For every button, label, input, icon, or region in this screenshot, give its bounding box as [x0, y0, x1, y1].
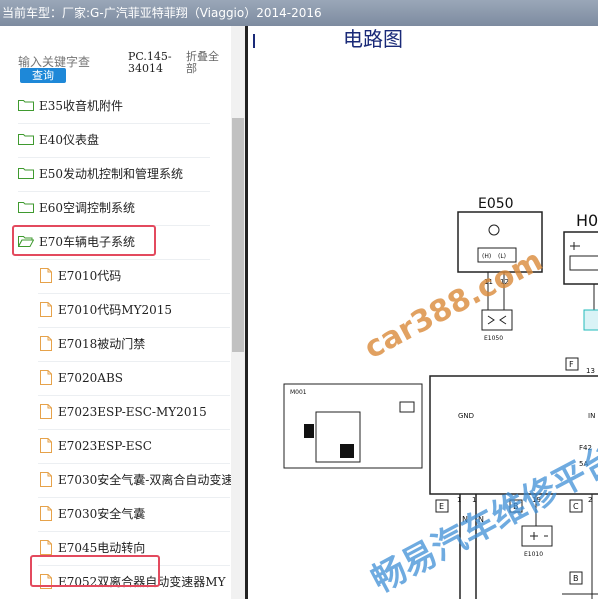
- tree-item-e7023[interactable]: E7023ESP-ESC: [38, 429, 230, 464]
- f-terminal-label: F: [569, 360, 574, 369]
- tree-item-label: E7023ESP-ESC: [58, 439, 152, 453]
- tree-item-e7020[interactable]: E7020ABS: [38, 361, 230, 396]
- c-terminal-label: C: [573, 502, 579, 511]
- tree-item-e7010[interactable]: E7010代码: [38, 259, 230, 294]
- e-terminal-label: E: [439, 502, 444, 511]
- pin-1-label: 1: [457, 496, 461, 504]
- tree-category-label: E35收音机附件: [39, 99, 124, 113]
- diagram-title-fragment: 电路图: [343, 27, 403, 51]
- tree-item-e7023-my2015[interactable]: E7023ESP-ESC-MY2015: [38, 395, 230, 430]
- document-icon: [40, 302, 52, 317]
- e1050-connector-box: [481, 309, 513, 331]
- search-button[interactable]: 查询: [20, 68, 66, 83]
- search-toolbar: 查询 PC.145-34014 折叠全部: [0, 26, 230, 86]
- folder-icon: [18, 168, 34, 179]
- tree-category-label: E50发动机控制和管理系统: [39, 167, 184, 181]
- folder-icon: [18, 100, 34, 111]
- title-bar: 当前车型：厂家:G-广汽菲亚特菲翔（Viaggio）2014-2016: [0, 0, 598, 26]
- h0-splice-box: [583, 309, 598, 331]
- tree-category-e35[interactable]: E35收音机附件: [18, 89, 210, 124]
- tree-category-label: E40仪表盘: [39, 133, 100, 147]
- highlight-box-e70: [12, 225, 156, 256]
- pin-1b-label: 1: [472, 496, 476, 504]
- m001-label: M001: [290, 389, 307, 396]
- h0-module-box: [563, 231, 598, 285]
- document-icon: [40, 268, 52, 283]
- folder-icon: [18, 202, 34, 213]
- in-label: IN: [588, 412, 595, 420]
- tree-item-label: E7010代码MY2015: [58, 303, 173, 317]
- tree-item-e7018[interactable]: E7018被动门禁: [38, 327, 230, 362]
- diagram-viewer[interactable]: 电路图 E050 (H) (L) 11 12 E1050 H0 GND IN F…: [248, 26, 598, 599]
- tree-item-label: E7010代码: [58, 269, 122, 283]
- e1010-label: E1010: [524, 551, 543, 558]
- tree-category-e50[interactable]: E50发动机控制和管理系统: [18, 157, 210, 192]
- b-terminal-lower-label: B: [573, 574, 579, 583]
- document-icon: [40, 506, 52, 521]
- document-icon: [40, 472, 52, 487]
- wiring-diagram: 电路图 E050 (H) (L) 11 12 E1050 H0 GND IN F…: [253, 27, 598, 599]
- tree-item-e7030[interactable]: E7030安全气囊: [38, 497, 230, 532]
- e1050-label: E1050: [484, 335, 503, 342]
- tree-item-label: E7030安全气囊: [58, 507, 146, 521]
- tree-category-e60[interactable]: E60空调控制系统: [18, 191, 210, 226]
- document-icon: [40, 438, 52, 453]
- pin-2-label: 2: [588, 496, 592, 504]
- tree-scrollbar-thumb[interactable]: [232, 118, 244, 352]
- pin-h-label: (H): [482, 253, 491, 260]
- current-vehicle-label: 当前车型：: [2, 6, 63, 20]
- tree-item-label: E7023ESP-ESC-MY2015: [58, 405, 207, 419]
- watermark-url: car388.com: [359, 243, 549, 366]
- pin-13-label: 13: [586, 367, 595, 375]
- navigation-panel: 查询 PC.145-34014 折叠全部 E35收音机附件 E40仪表盘 E50…: [0, 26, 246, 599]
- tree-item-e7030-dct[interactable]: E7030安全气囊-双离合自动变速器: [38, 463, 245, 498]
- tree-item-label: E7030安全气囊-双离合自动变速器: [58, 473, 246, 487]
- folder-icon: [18, 134, 34, 145]
- gnd-label: GND: [458, 412, 474, 420]
- collapse-all-link[interactable]: 折叠全部: [186, 51, 226, 75]
- fuse-block-black: [304, 424, 314, 438]
- tree-item-label: E7018被动门禁: [58, 337, 146, 351]
- fuse-block-black: [340, 444, 354, 458]
- h0-label: H0: [576, 211, 598, 230]
- document-code: PC.145-34014: [128, 50, 172, 75]
- tree-category-e40[interactable]: E40仪表盘: [18, 123, 210, 158]
- highlight-box-e7045: [30, 555, 160, 587]
- tree-item-label: E7020ABS: [58, 371, 124, 385]
- document-icon: [40, 336, 52, 351]
- document-icon: [40, 370, 52, 385]
- tree-category-label: E60空调控制系统: [39, 201, 136, 215]
- document-icon: [40, 540, 52, 555]
- current-vehicle-name: 厂家:G-广汽菲亚特菲翔（Viaggio）2014-2016: [62, 6, 322, 20]
- document-icon: [40, 404, 52, 419]
- e050-label: E050: [478, 196, 514, 212]
- tree-item-e7010-my2015[interactable]: E7010代码MY2015: [38, 293, 230, 328]
